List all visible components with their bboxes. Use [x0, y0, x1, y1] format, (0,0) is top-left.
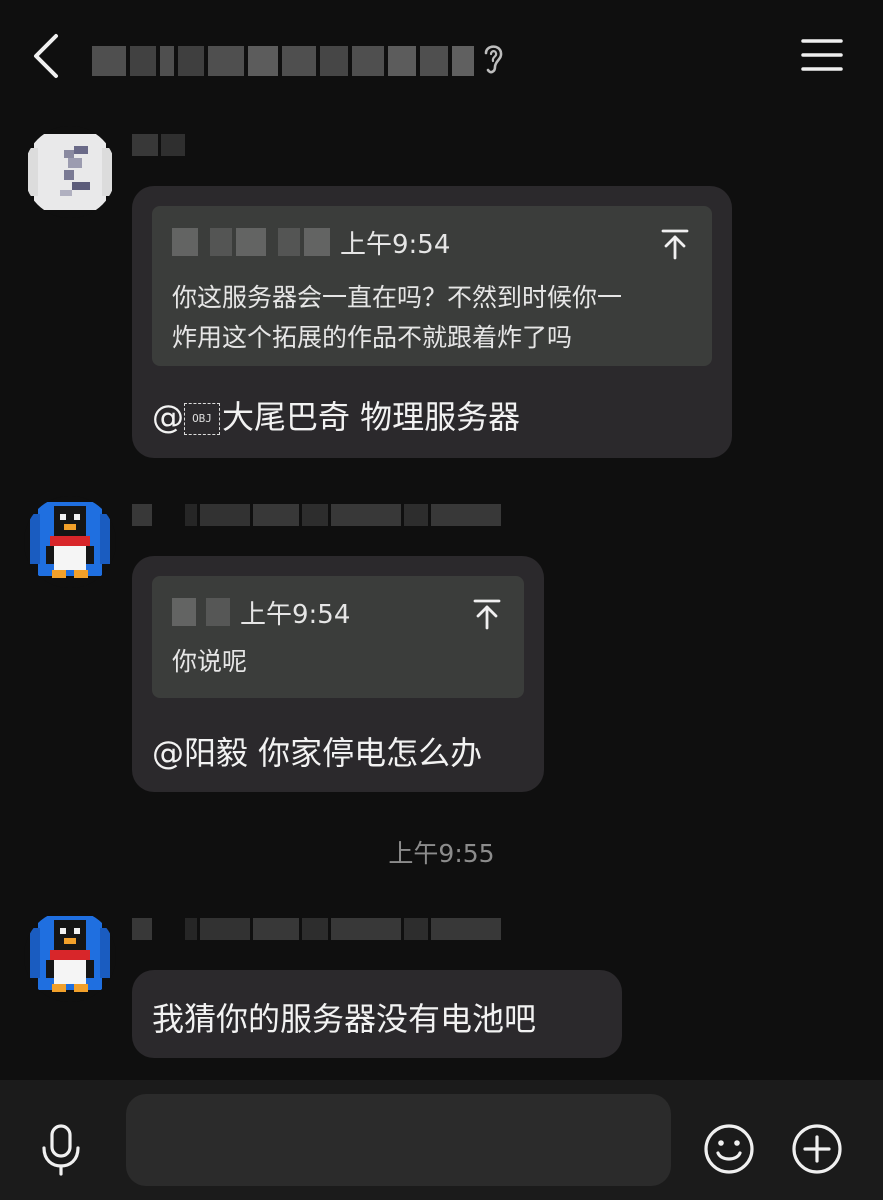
- chat-screen: 上午9:54 你这服务器会一直在吗？不然到时候你一 炸用这个拓展的作品不就跟着炸…: [0, 0, 883, 1200]
- emoji-button[interactable]: [702, 1122, 756, 1176]
- more-button[interactable]: [790, 1122, 844, 1176]
- message-text: @阳毅 你家停电怎么办: [152, 734, 483, 772]
- mention-prefix: @: [152, 398, 184, 436]
- message-text: 我猜你的服务器没有电池吧: [152, 1000, 537, 1038]
- message-bubble[interactable]: 上午9:54 你这服务器会一直在吗？不然到时候你一 炸用这个拓展的作品不就跟着炸…: [132, 186, 732, 458]
- avatar[interactable]: [24, 910, 116, 1002]
- quoted-message[interactable]: 上午9:54 你说呢: [152, 576, 524, 698]
- jump-to-original-icon[interactable]: [660, 228, 690, 260]
- chat-title-redacted: [92, 44, 474, 78]
- quote-header: 上午9:54: [172, 594, 350, 630]
- voice-button[interactable]: [38, 1122, 84, 1178]
- menu-button[interactable]: [800, 36, 844, 76]
- quote-text-line: 你说呢: [172, 647, 248, 676]
- hamburger-menu-icon: [801, 39, 843, 71]
- quoted-message[interactable]: 上午9:54 你这服务器会一直在吗？不然到时候你一 炸用这个拓展的作品不就跟着炸…: [152, 206, 712, 366]
- quote-text-line: 你这服务器会一直在吗？不然到时候你一: [172, 283, 623, 312]
- message-input[interactable]: [126, 1094, 671, 1186]
- penguin-avatar-image: [24, 496, 116, 588]
- message-text: @ OBJ 大尾巴奇 物理服务器: [152, 392, 520, 438]
- chevron-left-icon: [34, 34, 58, 78]
- avatar[interactable]: [24, 496, 116, 588]
- quote-header: 上午9:54: [172, 224, 450, 260]
- ear-icon[interactable]: [478, 38, 508, 78]
- message-bubble[interactable]: 上午9:54 你说呢 @阳毅 你家停电怎么办: [132, 556, 544, 792]
- chat-header: [0, 0, 883, 112]
- time-divider: 上午9:55: [388, 839, 495, 868]
- jump-to-original-icon[interactable]: [472, 598, 502, 630]
- microphone-icon: [42, 1124, 80, 1176]
- avatar-image: [24, 126, 116, 218]
- back-button[interactable]: [22, 28, 70, 84]
- smiley-icon: [704, 1124, 754, 1174]
- quote-time: 上午9:54: [340, 229, 451, 260]
- sender-name-redacted: [132, 502, 501, 528]
- sender-name-redacted: [132, 916, 501, 942]
- composer-bar: [0, 1080, 883, 1200]
- message-body: 大尾巴奇 物理服务器: [222, 398, 521, 436]
- sender-name-redacted: [132, 132, 185, 158]
- penguin-avatar-image: [24, 910, 116, 1002]
- placeholder-glyph: OBJ: [184, 403, 220, 435]
- plus-circle-icon: [792, 1124, 842, 1174]
- quote-text-line: 炸用这个拓展的作品不就跟着炸了吗: [172, 323, 573, 352]
- avatar[interactable]: [24, 126, 116, 218]
- quote-time: 上午9:54: [240, 599, 351, 630]
- message-bubble[interactable]: 我猜你的服务器没有电池吧: [132, 970, 622, 1058]
